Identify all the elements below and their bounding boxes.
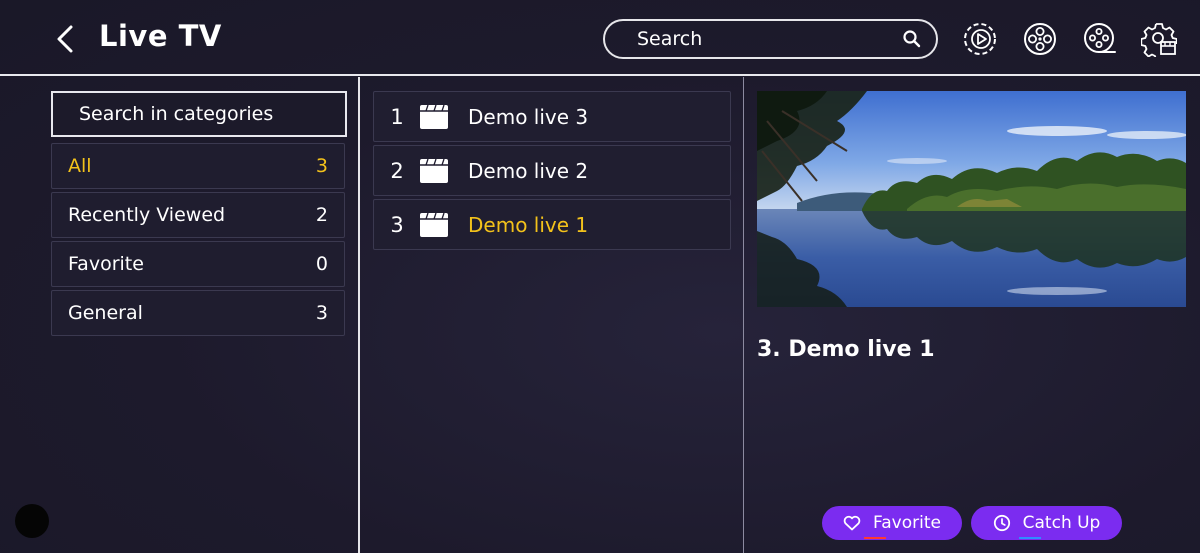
channel-name: Demo live 3 <box>468 104 589 129</box>
category-count: 3 <box>315 302 328 324</box>
catch-up-button[interactable]: Catch Up <box>971 506 1122 540</box>
back-button[interactable] <box>50 22 80 56</box>
category-general[interactable]: General 3 <box>51 290 345 336</box>
favorite-indicator <box>864 537 886 539</box>
search-input[interactable]: Search <box>603 19 938 59</box>
back-arrow-icon <box>57 25 73 53</box>
search-icon[interactable] <box>902 29 922 49</box>
channel-name: Demo live 1 <box>468 212 589 237</box>
channel-item[interactable]: 1 Demo live 3 <box>373 91 731 142</box>
top-bar: Live TV Search <box>0 0 1200 76</box>
film-reel-icon <box>1024 23 1056 55</box>
channel-item[interactable]: 2 Demo live 2 <box>373 145 731 196</box>
category-label: General <box>68 302 143 324</box>
page-title: Live TV <box>99 19 222 53</box>
floating-assist-button[interactable] <box>15 504 49 538</box>
category-recently-viewed[interactable]: Recently Viewed 2 <box>51 192 345 238</box>
channel-number: 2 <box>390 158 404 183</box>
channel-number: 3 <box>390 212 404 237</box>
category-search-placeholder: Search in categories <box>79 103 274 125</box>
search-placeholder: Search <box>637 28 703 50</box>
video-preview[interactable] <box>757 91 1186 307</box>
movie-reel-button[interactable] <box>1082 21 1118 57</box>
play-circle-button[interactable] <box>962 21 998 57</box>
favorite-button[interactable]: Favorite <box>822 506 962 540</box>
channel-item-selected[interactable]: 3 Demo live 1 <box>373 199 731 250</box>
settings-gear-icon <box>1141 23 1177 57</box>
category-favorite[interactable]: Favorite 0 <box>51 241 345 287</box>
favorite-label: Favorite <box>873 513 941 533</box>
clapperboard-icon <box>420 104 448 129</box>
heart-icon <box>843 515 861 531</box>
clapperboard-icon <box>420 158 448 183</box>
category-all[interactable]: All 3 <box>51 143 345 189</box>
category-label: All <box>68 155 92 177</box>
lake-landscape-image <box>757 91 1186 307</box>
movie-reel-icon <box>1084 23 1116 53</box>
category-search-input[interactable]: Search in categories <box>51 91 347 137</box>
now-playing-title: 3. Demo live 1 <box>757 337 935 362</box>
clock-icon <box>993 514 1010 532</box>
column-divider-left <box>358 77 360 553</box>
channel-number: 1 <box>390 104 404 129</box>
catch-up-label: Catch Up <box>1022 513 1101 533</box>
category-label: Favorite <box>68 253 144 275</box>
film-reel-button[interactable] <box>1022 21 1058 57</box>
catch-up-indicator <box>1018 537 1041 539</box>
category-count: 3 <box>315 155 328 177</box>
settings-button[interactable] <box>1141 21 1177 57</box>
channel-name: Demo live 2 <box>468 158 589 183</box>
clapperboard-icon <box>420 212 448 237</box>
live-tv-screen: Live TV Search Search in categories All … <box>0 0 1200 553</box>
category-count: 2 <box>315 204 328 226</box>
category-count: 0 <box>315 253 328 275</box>
play-circle-icon <box>964 23 996 55</box>
column-divider-right <box>743 77 744 553</box>
category-label: Recently Viewed <box>68 204 226 226</box>
